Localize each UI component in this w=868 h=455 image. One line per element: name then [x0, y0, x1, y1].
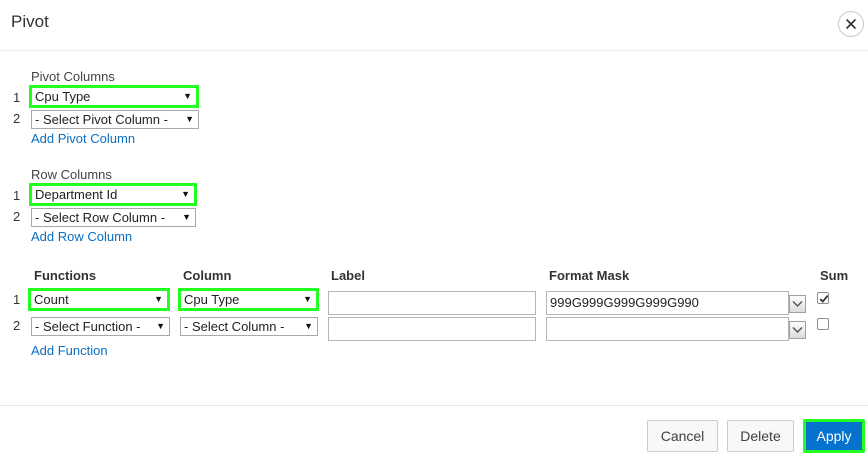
sum-header: Sum: [820, 268, 849, 283]
dropdown-arrow-icon: ▼: [182, 212, 191, 222]
dropdown-arrow-icon: ▼: [154, 294, 163, 304]
pivot-column-select-1[interactable]: Cpu Type ▼: [29, 85, 199, 108]
row-columns-label: Row Columns: [31, 167, 112, 182]
sum-checkbox-1[interactable]: [817, 292, 829, 304]
chevron-down-icon: [792, 300, 803, 308]
dropdown-arrow-icon: ▼: [304, 321, 313, 331]
close-button[interactable]: [838, 11, 864, 37]
pivot-row-number: 2: [13, 111, 21, 126]
row-column-select-2[interactable]: - Select Row Column - ▼: [31, 208, 196, 227]
checkmark-icon: [819, 295, 829, 303]
dropdown-arrow-icon: ▼: [303, 294, 312, 304]
add-row-column-link[interactable]: Add Row Column: [31, 229, 132, 244]
dropdown-arrow-icon: ▼: [156, 321, 165, 331]
close-icon: [846, 19, 856, 29]
select-value: - Select Row Column -: [35, 210, 166, 225]
delete-button[interactable]: Delete: [727, 420, 794, 452]
select-value: Cpu Type: [35, 89, 91, 104]
select-value: - Select Pivot Column -: [35, 112, 168, 127]
row-column-select-1[interactable]: Department Id ▼: [29, 183, 197, 206]
dropdown-arrow-icon: ▼: [181, 189, 190, 199]
chevron-down-icon: [792, 326, 803, 334]
add-pivot-column-link[interactable]: Add Pivot Column: [31, 131, 135, 146]
format-mask-picker-button-1[interactable]: [789, 295, 806, 313]
pivot-row-number: 1: [13, 90, 21, 105]
select-value: - Select Function -: [35, 319, 141, 334]
functions-header: Functions: [34, 268, 97, 283]
select-value: Cpu Type: [184, 292, 240, 307]
format-mask-input-1[interactable]: 999G999G999G999G990: [546, 291, 789, 315]
function-row-number: 2: [13, 318, 21, 333]
dropdown-arrow-icon: ▼: [185, 114, 194, 124]
pivot-column-select-2[interactable]: - Select Pivot Column - ▼: [31, 110, 199, 129]
pivot-columns-label: Pivot Columns: [31, 69, 115, 84]
select-value: Count: [34, 292, 69, 307]
function-row-number: 1: [13, 292, 21, 307]
function-column-select-2[interactable]: - Select Column - ▼: [180, 317, 318, 336]
apply-button[interactable]: Apply: [803, 419, 865, 453]
add-function-link[interactable]: Add Function: [31, 343, 108, 358]
dialog-title: Pivot: [11, 12, 49, 31]
pivot-dialog: Pivot Pivot Columns 1 Cpu Type ▼ 2 - Sel…: [0, 0, 868, 455]
row-column-number: 2: [13, 209, 21, 224]
dropdown-arrow-icon: ▼: [183, 91, 192, 101]
cancel-button[interactable]: Cancel: [647, 420, 718, 452]
sum-checkbox-2[interactable]: [817, 318, 829, 330]
format-mask-input-2[interactable]: [546, 317, 789, 341]
select-value: Department Id: [35, 187, 118, 202]
function-label-input-1[interactable]: [328, 291, 536, 315]
column-header: Column: [183, 268, 232, 283]
select-value: - Select Column -: [184, 319, 285, 334]
function-select-1[interactable]: Count ▼: [28, 288, 170, 311]
format-mask-header: Format Mask: [549, 268, 630, 283]
format-mask-picker-button-2[interactable]: [789, 321, 806, 339]
function-label-input-2[interactable]: [328, 317, 536, 341]
dialog-header: Pivot: [0, 0, 868, 51]
label-header: Label: [331, 268, 365, 283]
function-column-select-1[interactable]: Cpu Type ▼: [178, 288, 319, 311]
row-column-number: 1: [13, 188, 21, 203]
function-select-2[interactable]: - Select Function - ▼: [31, 317, 170, 336]
dialog-footer: Cancel Delete Apply: [0, 405, 868, 455]
